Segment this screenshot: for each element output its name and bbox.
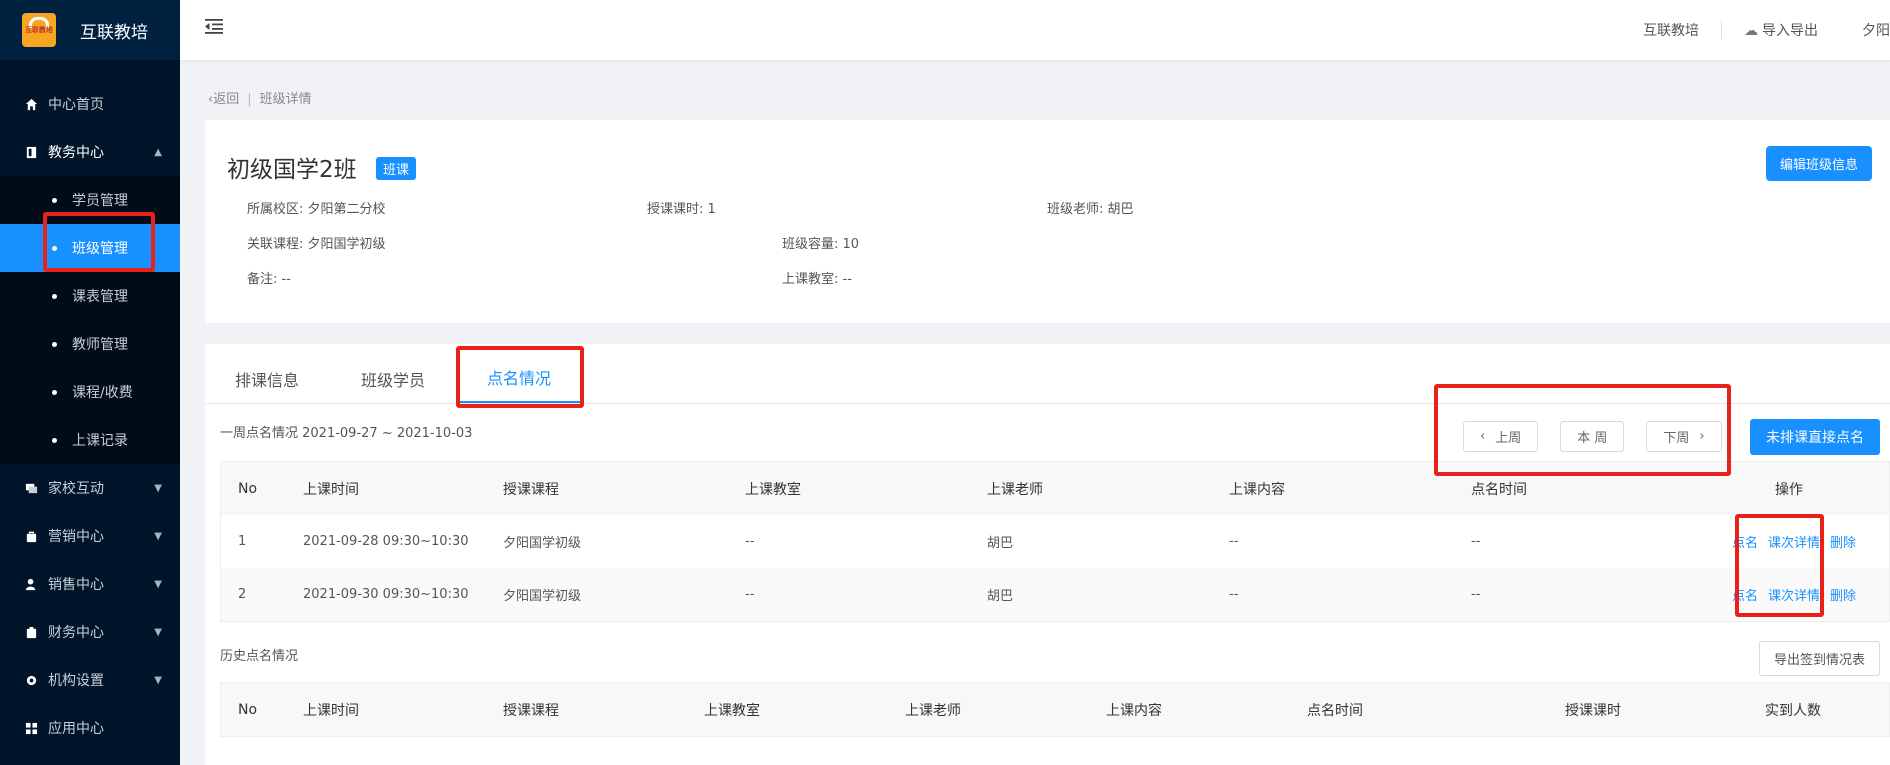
cloud-icon: ☁ <box>1744 23 1758 39</box>
row-actions: 点名 课次详情 删除 <box>1681 585 1890 604</box>
sidebar-item-label: 销售中心 <box>48 577 104 593</box>
rollcall-card: 排课信息 班级学员 点名情况 一周点名情况 2021-09-27 ~ 2021-… <box>205 344 1890 765</box>
logo-icon: 互联教培 <box>22 13 56 47</box>
header-link-import-export[interactable]: ☁ 导入导出 <box>1722 20 1840 40</box>
prev-week-button[interactable]: ‹ 上周 <box>1463 421 1539 452</box>
sidebar-item-label: 机构设置 <box>48 673 104 689</box>
sidebar-item-label: 营销中心 <box>48 529 104 545</box>
delete-link[interactable]: 删除 <box>1830 532 1856 551</box>
logo-bar: 互联教培 互联教培 <box>0 0 180 60</box>
sidebar-subitem-students[interactable]: 学员管理 <box>0 176 180 224</box>
app-title: 互联教培 <box>80 22 148 43</box>
week-rollcall-table: No 上课时间 授课课程 上课教室 上课老师 上课内容 点名时间 操作 1 20… <box>220 461 1890 622</box>
table-header: No 上课时间 授课课程 上课教室 上课老师 上课内容 点名时间 操作 <box>221 462 1889 515</box>
chat-icon <box>24 481 38 495</box>
sidebar-item-label: 家校互动 <box>48 481 104 497</box>
detail-tabs: 排课信息 班级学员 点名情况 <box>205 344 1890 404</box>
tab-schedule[interactable]: 排课信息 <box>205 367 331 403</box>
sidebar-item-apps[interactable]: 应用中心 <box>0 704 180 752</box>
table-header: No 上课时间 授课课程 上课教室 上课老师 上课内容 点名时间 授课课时 实到… <box>221 683 1889 736</box>
sidebar-subitem-classes[interactable]: 班级管理 <box>0 224 180 272</box>
tab-students[interactable]: 班级学员 <box>331 367 457 403</box>
chevron-down-icon: ▼ <box>154 674 162 686</box>
sidebar-subitem-courses-fees[interactable]: 课程/收费 <box>0 368 180 416</box>
chevron-down-icon: ▼ <box>154 482 162 494</box>
table-row: 2 2021-09-30 09:30~10:30 夕阳国学初级 -- 胡巴 --… <box>221 568 1889 621</box>
sidebar-item-academic[interactable]: 教务中心 ▲ <box>0 128 180 176</box>
week-range-label: 一周点名情况 2021-09-27 ~ 2021-10-03 <box>220 426 473 441</box>
sidebar-item-finance[interactable]: 财务中心 ▼ <box>0 608 180 656</box>
chevron-left-icon: ‹ <box>1480 429 1486 444</box>
wallet-icon <box>24 625 38 639</box>
sidebar-subitem-class-records[interactable]: 上课记录 <box>0 416 180 464</box>
rollcall-link[interactable]: 点名 <box>1732 532 1758 551</box>
class-info-grid: 所属校区: 夕阳第二分校 授课课时: 1 班级老师: 胡巴 关联课程: 夕阳国学… <box>247 198 1447 303</box>
header-links: 互联教培 ☁ 导入导出 夕阳 <box>1621 0 1890 60</box>
info-campus: 所属校区: 夕阳第二分校 <box>247 202 386 217</box>
sidebar-item-home[interactable]: 中心首页 <box>0 80 180 128</box>
this-week-button[interactable]: 本 周 <box>1560 421 1625 452</box>
history-rollcall-table: No 上课时间 授课课程 上课教室 上课老师 上课内容 点名时间 授课课时 实到… <box>220 682 1890 737</box>
back-link[interactable]: ‹返回 <box>208 92 239 107</box>
rollcall-link[interactable]: 点名 <box>1732 585 1758 604</box>
sidebar-subitem-teachers[interactable]: 教师管理 <box>0 320 180 368</box>
home-icon <box>24 97 38 111</box>
info-course: 关联课程: 夕阳国学初级 <box>247 237 386 252</box>
direct-rollcall-button[interactable]: 未排课直接点名 <box>1750 419 1880 455</box>
table-row: 1 2021-09-28 09:30~10:30 夕阳国学初级 -- 胡巴 --… <box>221 515 1889 568</box>
sidebar-menu: 中心首页 教务中心 ▲ 学员管理 班级管理 课表管理 教师管理 课程/收费 上课… <box>0 80 180 752</box>
sidebar-item-marketing[interactable]: 营销中心 ▼ <box>0 512 180 560</box>
info-classroom: 上课教室: -- <box>782 272 852 287</box>
week-nav: ‹ 上周 本 周 下周 › <box>1463 421 1722 452</box>
gear-icon <box>24 673 38 687</box>
breadcrumb: ‹返回 | 班级详情 <box>208 92 312 107</box>
chevron-down-icon: ▼ <box>154 578 162 590</box>
sidebar-item-label: 教务中心 <box>48 145 104 161</box>
chevron-right-icon: › <box>1699 429 1705 444</box>
academic-submenu: 学员管理 班级管理 课表管理 教师管理 课程/收费 上课记录 <box>0 176 180 464</box>
tab-rollcall[interactable]: 点名情况 <box>457 365 584 403</box>
chevron-down-icon: ▼ <box>154 626 162 638</box>
chevron-down-icon: ▼ <box>154 530 162 542</box>
sidebar-item-sales[interactable]: 销售中心 ▼ <box>0 560 180 608</box>
history-title: 历史点名情况 <box>220 649 299 664</box>
export-signin-button[interactable]: 导出签到情况表 <box>1758 641 1880 676</box>
menu-fold-icon[interactable] <box>205 18 225 38</box>
info-note: 备注: -- <box>247 272 291 287</box>
info-teacher: 班级老师: 胡巴 <box>1047 202 1134 217</box>
delete-link[interactable]: 删除 <box>1830 585 1856 604</box>
sidebar-item-label: 财务中心 <box>48 625 104 641</box>
grid-icon <box>24 721 38 735</box>
sidebar-item-label: 中心首页 <box>48 97 104 113</box>
book-icon <box>24 145 38 159</box>
sidebar-item-label: 应用中心 <box>48 721 104 737</box>
chevron-up-icon: ▲ <box>154 146 162 158</box>
class-title: 初级国学2班 <box>227 157 357 183</box>
top-header: 互联教培 ☁ 导入导出 夕阳 <box>180 0 1890 60</box>
info-capacity: 班级容量: 10 <box>782 237 860 252</box>
session-detail-link[interactable]: 课次详情 <box>1768 585 1820 604</box>
header-link-org[interactable]: 互联教培 <box>1621 20 1721 40</box>
session-detail-link[interactable]: 课次详情 <box>1768 532 1820 551</box>
sidebar-item-home-school[interactable]: 家校互动 ▼ <box>0 464 180 512</box>
edit-class-button[interactable]: 编辑班级信息 <box>1765 146 1872 181</box>
header-user-name[interactable]: 夕阳 <box>1840 20 1890 40</box>
breadcrumb-current: 班级详情 <box>259 92 312 107</box>
info-hours: 授课课时: 1 <box>647 202 716 217</box>
bag-icon <box>24 529 38 543</box>
row-actions: 点名 课次详情 删除 <box>1681 532 1890 551</box>
class-info-card: 初级国学2班 班课 编辑班级信息 所属校区: 夕阳第二分校 授课课时: 1 班级… <box>205 120 1890 323</box>
class-type-badge: 班课 <box>376 157 417 180</box>
user-icon <box>24 577 38 591</box>
sidebar-subitem-schedule[interactable]: 课表管理 <box>0 272 180 320</box>
next-week-button[interactable]: 下周 › <box>1646 421 1722 452</box>
sidebar-item-settings[interactable]: 机构设置 ▼ <box>0 656 180 704</box>
sidebar: 互联教培 互联教培 中心首页 教务中心 ▲ 学员管理 班级管理 课表管理 教师管… <box>0 0 180 765</box>
